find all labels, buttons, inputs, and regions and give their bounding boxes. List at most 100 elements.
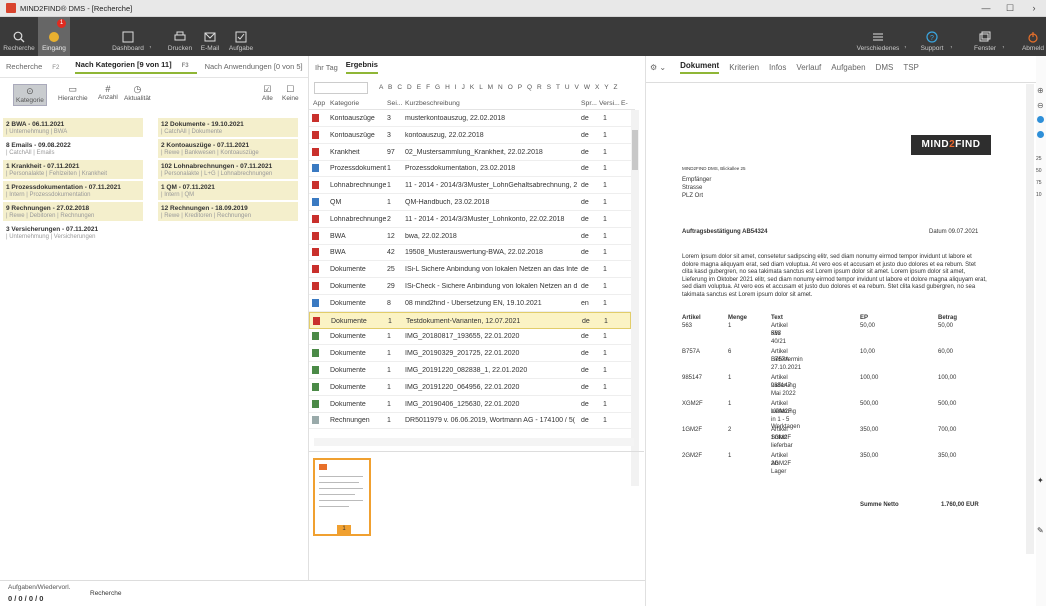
hierarchy-icon: ▭ xyxy=(68,84,78,94)
zoom-25[interactable]: 25 xyxy=(1036,156,1042,162)
result-row[interactable]: Dokumente 1 IMG_20190406_125630, 22.01.202… xyxy=(309,396,631,413)
category-card[interactable]: 1 Krankheit - 07.11.2021 | Personalakte |… xyxy=(3,160,143,179)
abmelden-button[interactable]: Abmeld xyxy=(1020,17,1046,56)
alphabet-filter[interactable]: A B C D E F G H I J K L M N O P Q R S T … xyxy=(379,84,619,91)
result-row[interactable]: Dokumente 1 IMG_20191220_082838_1, 22.01.2… xyxy=(309,362,631,379)
tab-verlauf[interactable]: Verlauf xyxy=(796,63,821,72)
scroll-thumb[interactable] xyxy=(632,130,638,170)
result-row[interactable]: Dokumente 1 IMG_20190329_201725, 22.01.202… xyxy=(309,345,631,363)
close-button[interactable]: › xyxy=(1022,0,1046,17)
cell-ver: 1 xyxy=(603,115,607,122)
result-row[interactable]: BWA 42 19508_Musterauswertung-BWA, 22.02.2… xyxy=(309,244,631,262)
tab-tsp[interactable]: TSP xyxy=(903,63,919,72)
support-button[interactable]: ? Support xyxy=(918,17,946,56)
aufgabe-button[interactable]: Aufgabe xyxy=(226,17,256,56)
category-card[interactable]: 8 Emails - 09.08.2022 | CatchAll | Emails xyxy=(3,139,143,158)
col-sprache[interactable]: Spr... xyxy=(581,100,597,107)
blue-dot-icon[interactable] xyxy=(1037,131,1044,138)
pdf-file-icon xyxy=(312,130,319,139)
gear-icon[interactable]: ⚙ ⌄ xyxy=(650,63,666,72)
fenster-button[interactable]: Fenster xyxy=(972,17,998,56)
tab-ergebnis[interactable]: Ergebnis xyxy=(345,60,378,74)
result-row[interactable]: Kontoauszüge 3 kontoauszug, 22.02.2018 de 1 xyxy=(309,127,631,144)
category-card[interactable]: 3 Versicherungen - 07.11.2021 | Unternehm… xyxy=(3,223,143,242)
result-row[interactable]: QM 1 QM-Handbuch, 23.02.2018 de 1 xyxy=(309,194,631,211)
result-row[interactable]: Dokumente 8 08 mind2find - Übersetzung EN,… xyxy=(309,295,631,312)
category-card[interactable]: 9 Rechnungen - 27.02.2018 | Rewe | Debito… xyxy=(3,202,143,221)
result-row[interactable]: BWA 12 bwa, 22.02.2018 de 1 xyxy=(309,228,631,245)
col-extra[interactable]: E- xyxy=(621,100,628,107)
maximize-button[interactable]: ☐ xyxy=(998,0,1022,17)
zoom-100[interactable]: 10 xyxy=(1036,192,1042,198)
category-card[interactable]: 1 Prozessdokumentation - 07.11.2021 | Int… xyxy=(3,181,143,200)
col-version[interactable]: Versi... xyxy=(599,100,620,107)
category-card[interactable]: 12 Rechnungen - 18.09.2019 | Rewe | Kredi… xyxy=(158,202,298,221)
select-none-button[interactable]: ☐ Keine xyxy=(282,84,299,102)
tab-ihr-tag[interactable]: Ihr Tag xyxy=(315,63,338,72)
email-button[interactable]: E-Mail xyxy=(198,17,222,56)
result-row[interactable]: Krankheit 97 02_Mustersammlung_Krankheit, … xyxy=(309,144,631,161)
category-card[interactable]: 2 Kontoauszüge - 07.11.2021 | Rewe | Bank… xyxy=(158,139,298,158)
dashboard-button[interactable]: Dashboard xyxy=(108,17,148,56)
col-seiten[interactable]: Sei... xyxy=(387,100,403,107)
filter-kategorie[interactable]: ⊙ Kategorie xyxy=(13,84,47,106)
cell-desc: 08 mind2find - Übersetzung EN, 19.10.202… xyxy=(405,299,542,307)
cell-desc: IMG_20191220_082838_1, 22.01.2020 xyxy=(405,367,528,374)
cell-desc: 02_Mustersammlung_Krankheit, 22.02.2018 xyxy=(405,148,543,156)
result-row[interactable]: Kontoauszüge 3 musterkontoauszug, 22.02.20… xyxy=(309,110,631,127)
tab-recherche-label: Recherche xyxy=(6,62,43,71)
result-row[interactable]: Prozessdokument 1 Prozessdokumentation, 23… xyxy=(309,160,631,178)
tab-dms[interactable]: DMS xyxy=(876,63,894,72)
col-app[interactable]: App xyxy=(313,100,325,107)
result-row[interactable]: Dokumente 1 IMG_20191220_064956, 22.01.202… xyxy=(309,379,631,396)
preview-scrollbar[interactable] xyxy=(1026,84,1034,554)
select-all-button[interactable]: ☑ Alle xyxy=(262,84,273,102)
tab-dokument[interactable]: Dokument xyxy=(680,61,720,74)
sum-label: Summe Netto xyxy=(860,502,899,508)
minimize-button[interactable]: — xyxy=(974,0,998,17)
pen-icon[interactable]: ✎ xyxy=(1037,526,1044,535)
cell-spr: de xyxy=(581,148,589,156)
category-card[interactable]: 1 QM - 07.11.2021 | Intern | QM xyxy=(158,181,298,200)
category-card[interactable]: 12 Dokumente - 19.10.2021 | CatchAll | Do… xyxy=(158,118,298,137)
result-row[interactable]: Lohnabrechnunge 1 11 - 2014 - 2014/3/3Must… xyxy=(309,177,631,195)
page-thumbnail[interactable]: 1 xyxy=(313,458,371,536)
tab-aufgaben[interactable]: Aufgaben xyxy=(831,63,865,72)
bottom-tab-recherche[interactable]: Recherche xyxy=(90,590,121,597)
zoom-out-icon[interactable]: ⊖ xyxy=(1037,101,1044,110)
tab-infos[interactable]: Infos xyxy=(769,63,786,72)
tab-kriterien[interactable]: Kriterien xyxy=(729,63,759,72)
category-card[interactable]: 2 BWA - 06.11.2021 | Unternehmung | BWA xyxy=(3,118,143,137)
col-kategorie[interactable]: Kategorie xyxy=(330,100,359,107)
result-row[interactable]: Dokumente 29 ISi-Check - Sichere Anbindung… xyxy=(309,278,631,295)
zoom-in-icon[interactable]: ⊕ xyxy=(1037,86,1044,95)
result-row[interactable]: Dokumente 25 ISi-L Sichere Anbindung von l… xyxy=(309,261,631,279)
filter-aktualitaet[interactable]: ◷ Aktualität xyxy=(124,84,151,102)
cell-kat: BWA xyxy=(330,249,346,257)
cell-desc: Prozessdokumentation, 23.02.2018 xyxy=(405,165,516,173)
result-row[interactable]: Rechnungen 1 DR5011979 v. 06.06.2019, Wort… xyxy=(309,412,631,430)
quick-filter-input[interactable] xyxy=(314,82,368,94)
zoom-75[interactable]: 75 xyxy=(1036,180,1042,186)
drucken-button[interactable]: Drucken xyxy=(168,17,192,56)
result-row[interactable]: Dokumente 1 Testdokument-Varianten, 12.07.… xyxy=(309,311,631,329)
eingang-button[interactable]: 1 Eingang xyxy=(38,17,70,56)
pdf-file-icon xyxy=(312,181,319,190)
grid-hscrollbar[interactable] xyxy=(314,438,634,446)
recherche-button[interactable]: Recherche xyxy=(3,17,35,56)
zoom-50[interactable]: 50 xyxy=(1036,168,1042,174)
blue-dot-icon[interactable] xyxy=(1037,116,1044,123)
doc-cell-a: 985147 xyxy=(682,375,703,381)
verschiedenes-button[interactable]: Verschiedenes xyxy=(856,17,900,56)
filter-hierarchie[interactable]: ▭ Hierarchie xyxy=(58,84,88,102)
result-row[interactable]: Dokumente 1 IMG_20180817_193655, 22.01.202… xyxy=(309,328,631,346)
pin-icon[interactable]: ✦ xyxy=(1037,476,1044,485)
doc-cell-b: 350,00 xyxy=(938,453,957,459)
col-kurzbeschreibung[interactable]: Kurzbeschreibung xyxy=(405,100,460,107)
grid-scrollbar[interactable] xyxy=(631,110,639,486)
tab-nach-kategorien[interactable]: Nach Kategorien [9 von 11] F3 xyxy=(75,60,197,74)
tab-recherche[interactable]: Recherche F2 xyxy=(6,62,67,71)
filter-anzahl[interactable]: # Anzahl xyxy=(98,84,118,101)
result-row[interactable]: Lohnabrechnunge 2 11 - 2014 - 2014/3/3Must… xyxy=(309,211,631,228)
category-card[interactable]: 102 Lohnabrechnungen - 07.11.2021 | Perso… xyxy=(158,160,298,179)
